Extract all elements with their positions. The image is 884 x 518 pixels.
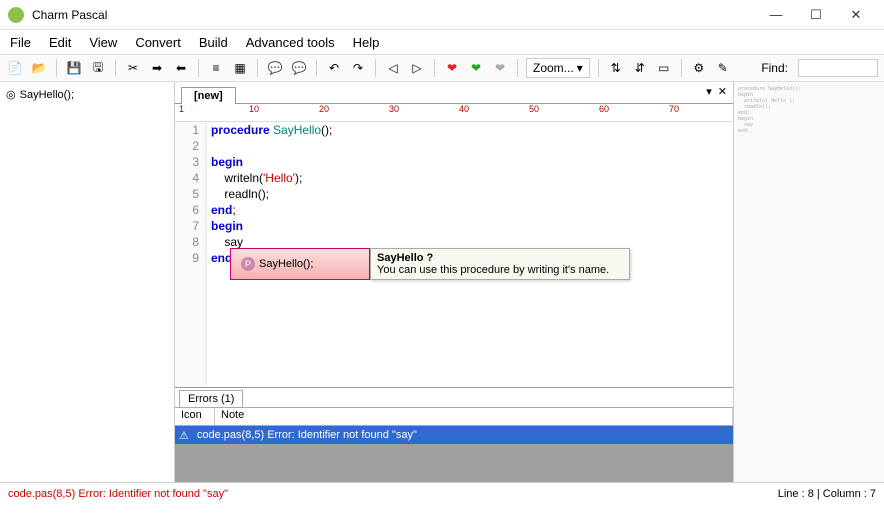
errors-tab[interactable]: Errors (1) xyxy=(179,390,243,407)
separator xyxy=(316,59,317,77)
statusbar: code.pas(8,5) Error: Identifier not foun… xyxy=(0,482,884,504)
procedure-icon: ◎ xyxy=(6,88,16,101)
cut-icon[interactable]: ✂ xyxy=(124,59,142,77)
sidebar-item-label: SayHello(); xyxy=(20,89,74,101)
error-row[interactable]: ⚠ code.pas(8,5) Error: Identifier not fo… xyxy=(175,426,733,444)
heart-red-icon[interactable]: ❤ xyxy=(443,59,461,77)
separator xyxy=(434,59,435,77)
status-position: Line : 8 | Column : 7 xyxy=(778,488,876,500)
errors-panel: Errors (1) Icon Note ⚠ code.pas(8,5) Err… xyxy=(175,387,733,482)
menu-view[interactable]: View xyxy=(89,35,117,50)
menu-advanced[interactable]: Advanced tools xyxy=(246,35,335,50)
menu-help[interactable]: Help xyxy=(353,35,380,50)
indent-icon[interactable]: ➡ xyxy=(148,59,166,77)
tab-menu-icon[interactable]: ▾ xyxy=(706,85,712,98)
menu-convert[interactable]: Convert xyxy=(135,35,181,50)
outdent-icon[interactable]: ⬅ xyxy=(172,59,190,77)
separator xyxy=(517,59,518,77)
sidebar: ◎ SayHello(); xyxy=(0,82,175,482)
close-button[interactable]: ✕ xyxy=(836,1,876,29)
error-note: code.pas(8,5) Error: Identifier not foun… xyxy=(197,429,417,441)
separator xyxy=(375,59,376,77)
comment-add-icon[interactable]: 💬 xyxy=(266,59,284,77)
tooltip-body: You can use this procedure by writing it… xyxy=(377,264,623,276)
box-icon[interactable]: ▦ xyxy=(231,59,249,77)
separator xyxy=(198,59,199,77)
settings-icon[interactable]: ⚙ xyxy=(690,59,708,77)
toolbar: 📄 📂 💾 🖫 ✂ ➡ ⬅ ≡ ▦ 💬 💬 ↶ ↷ ◁ ▷ ❤ ❤ ❤ Zoom… xyxy=(0,54,884,82)
new-file-icon[interactable]: 📄 xyxy=(6,59,24,77)
menu-build[interactable]: Build xyxy=(199,35,228,50)
intellisense-popup: P SayHello(); SayHello ? You can use thi… xyxy=(230,248,630,280)
maximize-button[interactable]: ☐ xyxy=(796,1,836,29)
menu-edit[interactable]: Edit xyxy=(49,35,71,50)
suggestion-item[interactable]: P SayHello(); xyxy=(230,248,370,280)
separator xyxy=(681,59,682,77)
ruler: 110203040506070 xyxy=(175,104,733,122)
intellisense-tooltip: SayHello ? You can use this procedure by… xyxy=(370,248,630,280)
comment-remove-icon[interactable]: 💬 xyxy=(290,59,308,77)
sort-asc-icon[interactable]: ⇅ xyxy=(607,59,625,77)
zoom-dropdown[interactable]: Zoom...▾ xyxy=(526,58,590,78)
edit-icon[interactable]: ✎ xyxy=(714,59,732,77)
list-icon[interactable]: ≡ xyxy=(207,59,225,77)
app-icon xyxy=(8,7,24,23)
undo-icon[interactable]: ↶ xyxy=(325,59,343,77)
sort-desc-icon[interactable]: ⇵ xyxy=(631,59,649,77)
separator xyxy=(115,59,116,77)
sidebar-item-sayhello[interactable]: ◎ SayHello(); xyxy=(6,88,168,101)
window-icon[interactable]: ▭ xyxy=(655,59,673,77)
procedure-badge-icon: P xyxy=(241,257,255,271)
errors-col-note: Note xyxy=(215,408,733,425)
next-icon[interactable]: ▷ xyxy=(408,59,426,77)
separator xyxy=(598,59,599,77)
open-folder-icon[interactable]: 📂 xyxy=(30,59,48,77)
separator xyxy=(257,59,258,77)
editor-tabs: [new] ▾ ✕ xyxy=(175,82,733,104)
suggestion-label: SayHello(); xyxy=(259,258,313,270)
save-icon[interactable]: 💾 xyxy=(65,59,83,77)
tab-close-icon[interactable]: ✕ xyxy=(718,85,727,98)
menubar: File Edit View Convert Build Advanced to… xyxy=(0,30,884,54)
errors-col-icon: Icon xyxy=(175,408,215,425)
find-label: Find: xyxy=(761,61,788,75)
warning-icon: ⚠ xyxy=(179,429,189,442)
window-title: Charm Pascal xyxy=(32,8,756,22)
redo-icon[interactable]: ↷ xyxy=(349,59,367,77)
status-error: code.pas(8,5) Error: Identifier not foun… xyxy=(8,488,778,500)
line-gutter: 123456789 xyxy=(175,122,207,387)
heart-gray-icon[interactable]: ❤ xyxy=(491,59,509,77)
prev-icon[interactable]: ◁ xyxy=(384,59,402,77)
minimize-button[interactable]: — xyxy=(756,1,796,29)
minimap[interactable]: procedure SayHello(); begin writeln( Hel… xyxy=(734,82,884,482)
find-input[interactable] xyxy=(798,59,878,77)
heart-green-icon[interactable]: ❤ xyxy=(467,59,485,77)
menu-file[interactable]: File xyxy=(10,35,31,50)
save-all-icon[interactable]: 🖫 xyxy=(89,59,107,77)
separator xyxy=(56,59,57,77)
tooltip-title: SayHello ? xyxy=(377,252,623,264)
tab-new[interactable]: [new] xyxy=(181,87,236,104)
